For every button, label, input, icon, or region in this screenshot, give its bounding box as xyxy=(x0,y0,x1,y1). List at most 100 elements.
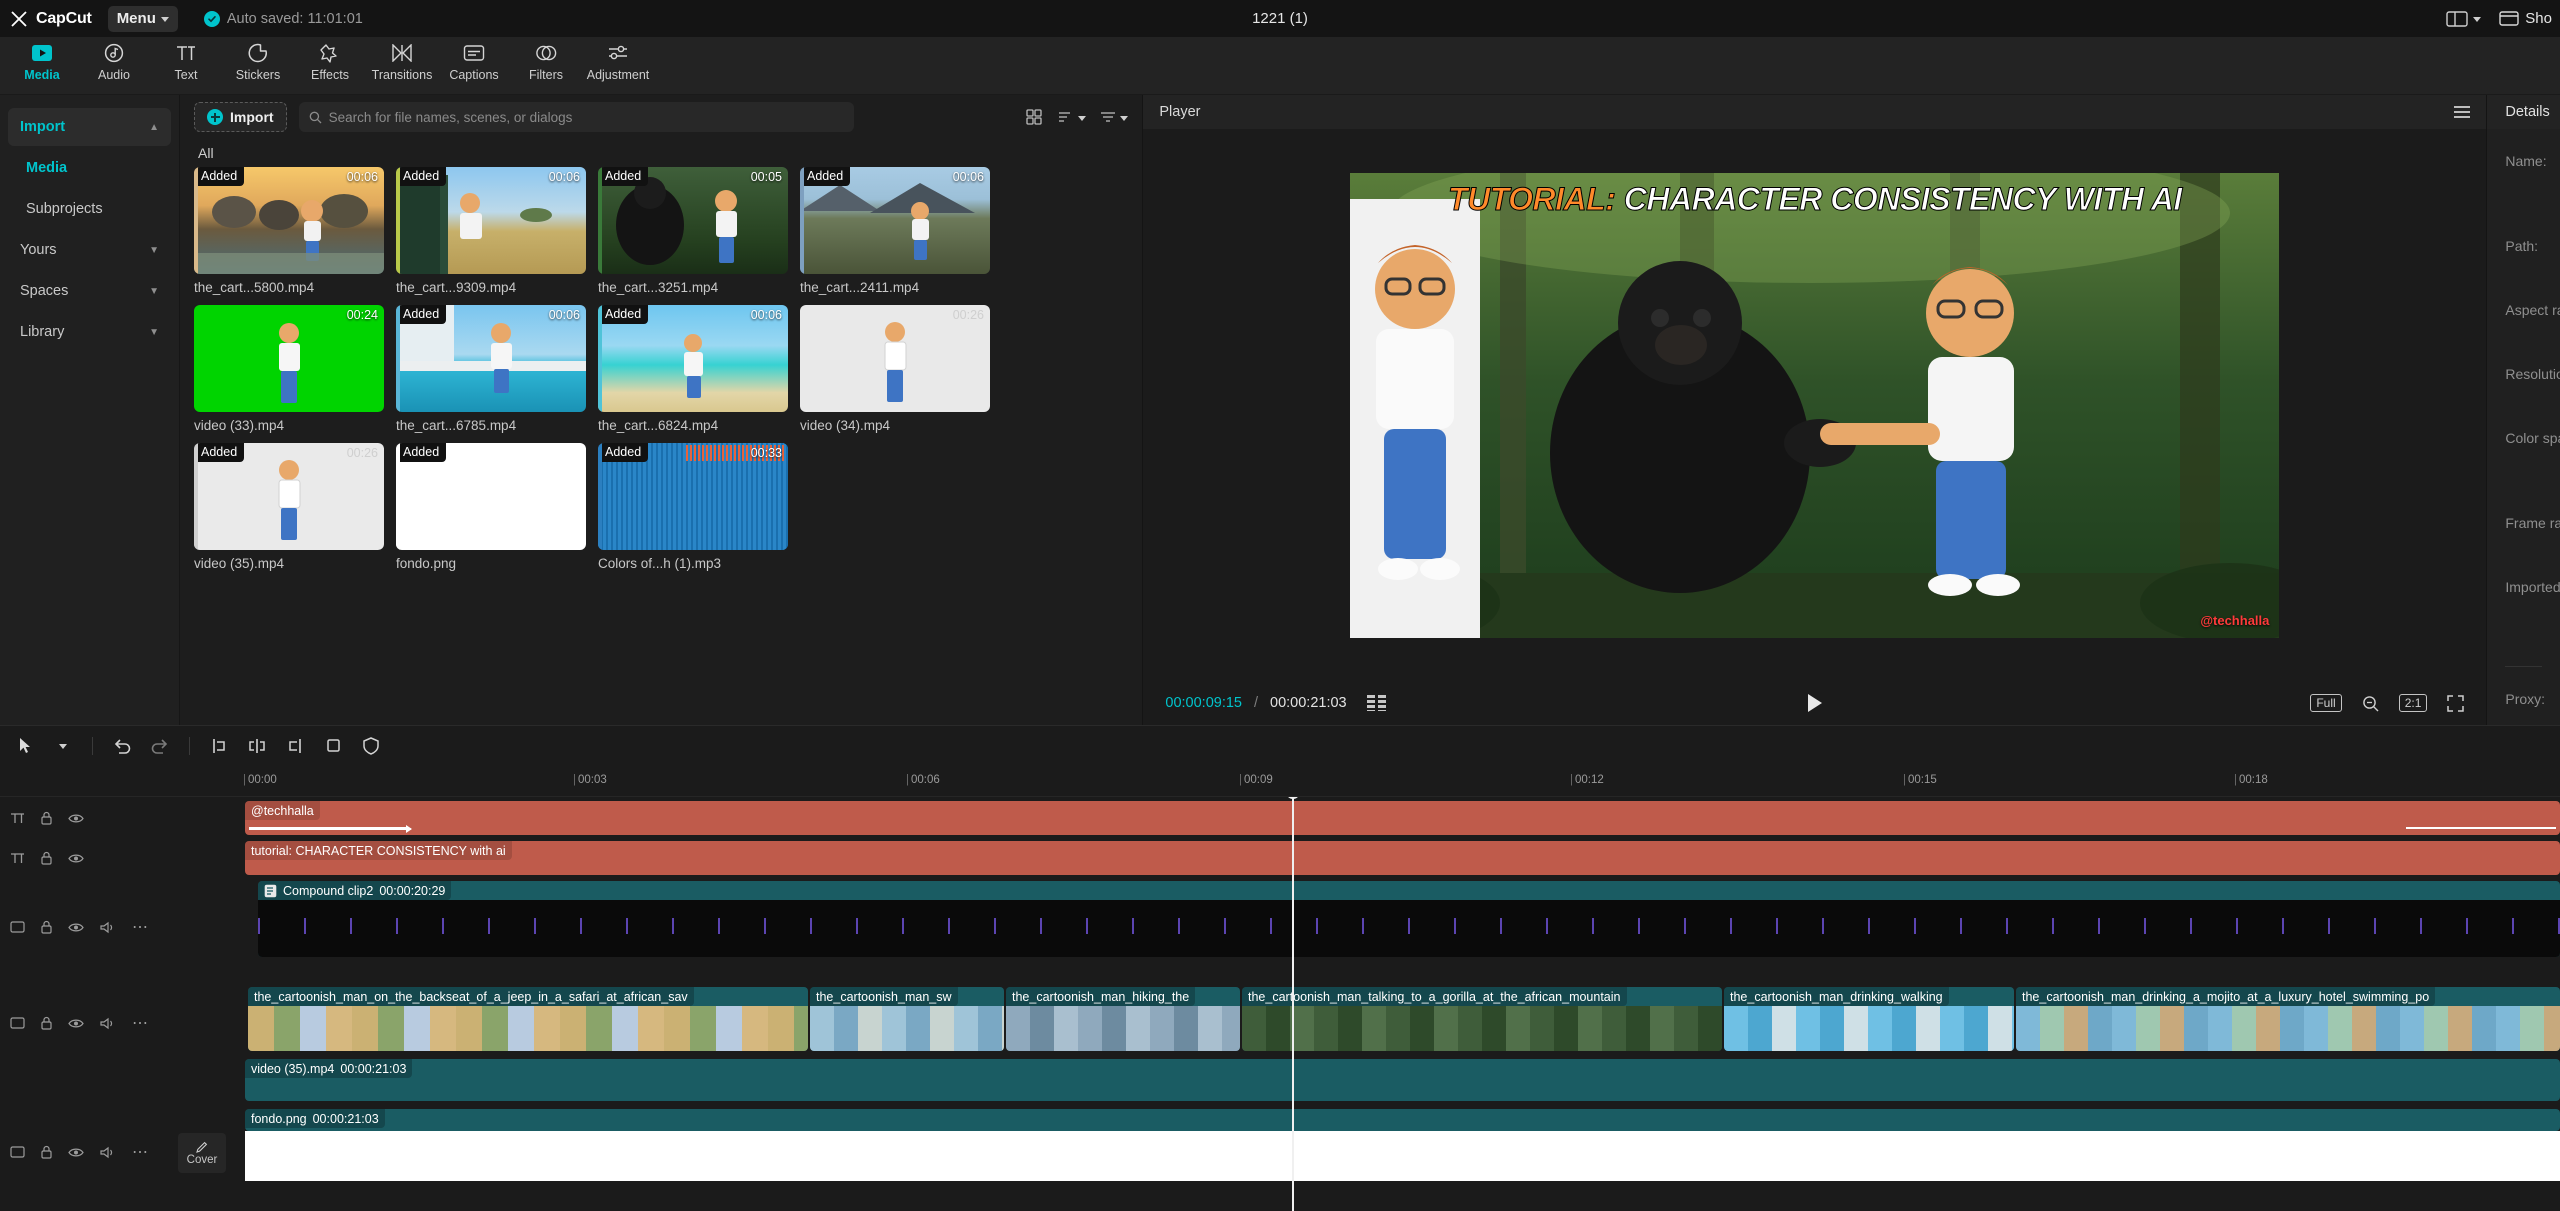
lock-icon[interactable] xyxy=(41,1016,52,1030)
media-item[interactable]: Added 00:06 the_cart...6785.mp4 xyxy=(396,305,586,433)
timeline-clip-video-1[interactable]: the_cartoonish_man_on_the_backseat_of_a_… xyxy=(248,987,808,1051)
sidebar-item-media[interactable]: Media xyxy=(8,149,171,187)
playhead[interactable] xyxy=(1286,797,1300,1211)
filter-icon[interactable] xyxy=(1100,110,1129,124)
media-thumbnail[interactable]: Added xyxy=(396,443,586,550)
play-button[interactable] xyxy=(1806,693,1824,713)
sidebar-item-library[interactable]: Library ▼ xyxy=(8,313,171,351)
eye-icon[interactable] xyxy=(68,922,84,933)
media-item[interactable]: Added 00:06 the_cart...2411.mp4 xyxy=(800,167,990,295)
sort-icon[interactable] xyxy=(1058,110,1087,124)
import-button[interactable]: Import xyxy=(194,102,287,132)
media-item[interactable]: Added 00:06 the_cart...9309.mp4 xyxy=(396,167,586,295)
zoom-fit-icon[interactable] xyxy=(2362,695,2379,712)
timeline-clip-video-3[interactable]: the_cartoonish_man_hiking_the xyxy=(1006,987,1240,1051)
media-item[interactable]: Added 00:26 video (35).mp4 xyxy=(194,443,384,571)
eye-icon[interactable] xyxy=(68,1018,84,1029)
redo-button[interactable] xyxy=(143,731,177,761)
timeline-clip-video-6[interactable]: the_cartoonish_man_drinking_a_mojito_at_… xyxy=(2016,987,2560,1051)
player-menu-icon[interactable] xyxy=(2454,106,2471,118)
timeline-clip-video-5[interactable]: the_cartoonish_man_drinking_walking xyxy=(1724,987,2014,1051)
timeline-clip-text-title[interactable]: tutorial: CHARACTER CONSISTENCY with ai xyxy=(245,841,2560,875)
eye-icon[interactable] xyxy=(68,1147,84,1158)
freeze-button[interactable] xyxy=(354,731,388,761)
cover-button[interactable]: Cover xyxy=(178,1133,226,1173)
share-button[interactable]: Sho xyxy=(2499,10,2552,27)
tab-media[interactable]: Media xyxy=(6,37,78,82)
sidebar-item-import[interactable]: Import ▲ xyxy=(8,108,171,146)
select-tool-button[interactable] xyxy=(8,731,42,761)
timeline[interactable]: 00:00 00:03 00:06 00:09 00:12 00:15 00:1… xyxy=(0,765,2560,1211)
timeline-clip-fondo[interactable]: fondo.png 00:00:21:03 xyxy=(245,1109,2560,1131)
tab-effects[interactable]: Effects xyxy=(294,37,366,82)
overlay-title-rest: CHARACTER CONSISTENCY WITH AI xyxy=(1623,180,2182,217)
media-item[interactable]: Added fondo.png xyxy=(396,443,586,571)
more-options-icon[interactable]: ⋯ xyxy=(132,1013,148,1033)
layout-button[interactable] xyxy=(2446,10,2482,27)
sidebar-item-yours[interactable]: Yours ▼ xyxy=(8,231,171,269)
tab-transitions[interactable]: Transitions xyxy=(366,37,438,82)
split-right-button[interactable] xyxy=(278,731,312,761)
lock-icon[interactable] xyxy=(41,1145,52,1159)
quality-button[interactable]: Full xyxy=(2310,694,2342,712)
lock-icon[interactable] xyxy=(41,851,52,865)
timeline-clip-text-watermark[interactable]: @techhalla xyxy=(245,801,2560,835)
fullscreen-icon[interactable] xyxy=(2447,694,2465,712)
crop-button[interactable] xyxy=(316,731,350,761)
media-thumbnail[interactable]: Added 00:05 xyxy=(598,167,788,274)
timeline-clip-video-4[interactable]: the_cartoonish_man_talking_to_a_gorilla_… xyxy=(1242,987,1722,1051)
sidebar-item-spaces[interactable]: Spaces ▼ xyxy=(8,272,171,310)
media-thumbnail[interactable]: 00:24 xyxy=(194,305,384,412)
tool-dropdown-button[interactable] xyxy=(46,731,80,761)
frame-view-icon[interactable] xyxy=(1366,695,1386,711)
media-item[interactable]: Added 00:06 the_cart...6824.mp4 xyxy=(598,305,788,433)
tab-text[interactable]: Text xyxy=(150,37,222,82)
timeline-clip-video-35[interactable]: video (35).mp4 00:00:21:03 xyxy=(245,1059,2560,1101)
clip-thumbnail-strip xyxy=(810,1006,1004,1051)
lock-icon[interactable] xyxy=(41,811,52,825)
volume-icon[interactable] xyxy=(100,1017,116,1030)
eye-icon[interactable] xyxy=(68,813,84,824)
timeline-clip-video-2[interactable]: the_cartoonish_man_sw xyxy=(810,987,1004,1051)
tab-stickers[interactable]: Stickers xyxy=(222,37,294,82)
split-left-button[interactable] xyxy=(202,731,236,761)
timeline-ruler[interactable]: 00:00 00:03 00:06 00:09 00:12 00:15 00:1… xyxy=(0,765,2560,797)
search-input[interactable]: Search for file names, scenes, or dialog… xyxy=(298,102,854,132)
media-item[interactable]: 00:26 video (34).mp4 xyxy=(800,305,990,433)
timeline-tracks[interactable]: ⋯ ⋯ ⋯ @techhalla tutorial: CHARACTER CON… xyxy=(0,797,2560,1211)
media-thumbnail[interactable]: Added 00:06 xyxy=(194,167,384,274)
aspect-ratio-button[interactable]: 2:1 xyxy=(2398,694,2428,712)
tab-audio[interactable]: Audio xyxy=(78,37,150,82)
split-button[interactable] xyxy=(240,731,274,761)
playhead-handle[interactable] xyxy=(1286,797,1300,799)
media-item[interactable]: Added 00:05 the_cart...3251.mp4 xyxy=(598,167,788,295)
more-options-icon[interactable]: ⋯ xyxy=(132,917,148,937)
media-item[interactable]: Added 00:33 Colors of...h (1).mp3 xyxy=(598,443,788,571)
media-item[interactable]: 00:24 video (33).mp4 xyxy=(194,305,384,433)
media-thumbnail[interactable]: Added 00:26 xyxy=(194,443,384,550)
media-thumbnail[interactable]: Added 00:06 xyxy=(598,305,788,412)
timeline-clip-fondo-body[interactable] xyxy=(245,1131,2560,1181)
volume-icon[interactable] xyxy=(100,921,116,934)
media-thumbnail[interactable]: Added 00:06 xyxy=(396,167,586,274)
tab-filters[interactable]: Filters xyxy=(510,37,582,82)
media-thumbnail[interactable]: Added 00:33 xyxy=(598,443,788,550)
sidebar-item-subprojects[interactable]: Subprojects xyxy=(8,190,171,228)
preview-canvas[interactable]: TUTORIAL: CHARACTER CONSISTENCY WITH AI … xyxy=(1350,172,2280,638)
tab-captions[interactable]: Captions xyxy=(438,37,510,82)
timeline-clip-compound[interactable]: Compound clip2 00:00:20:29 xyxy=(258,881,2560,957)
volume-icon[interactable] xyxy=(100,1146,116,1159)
grid-view-icon[interactable] xyxy=(1026,109,1044,125)
media-thumbnail[interactable]: Added 00:06 xyxy=(800,167,990,274)
media-item[interactable]: Added 00:06 the_cart...5800.mp4 xyxy=(194,167,384,295)
more-options-icon[interactable]: ⋯ xyxy=(132,1142,148,1162)
tab-adjustment[interactable]: Adjustment xyxy=(582,37,654,82)
eye-icon[interactable] xyxy=(68,853,84,864)
media-thumbnail[interactable]: 00:26 xyxy=(800,305,990,412)
media-thumbnail[interactable]: Added 00:06 xyxy=(396,305,586,412)
captions-icon xyxy=(463,41,485,65)
undo-button[interactable] xyxy=(105,731,139,761)
lock-icon[interactable] xyxy=(41,920,52,934)
media-type-strip xyxy=(194,167,198,274)
menu-button[interactable]: Menu xyxy=(107,5,178,32)
